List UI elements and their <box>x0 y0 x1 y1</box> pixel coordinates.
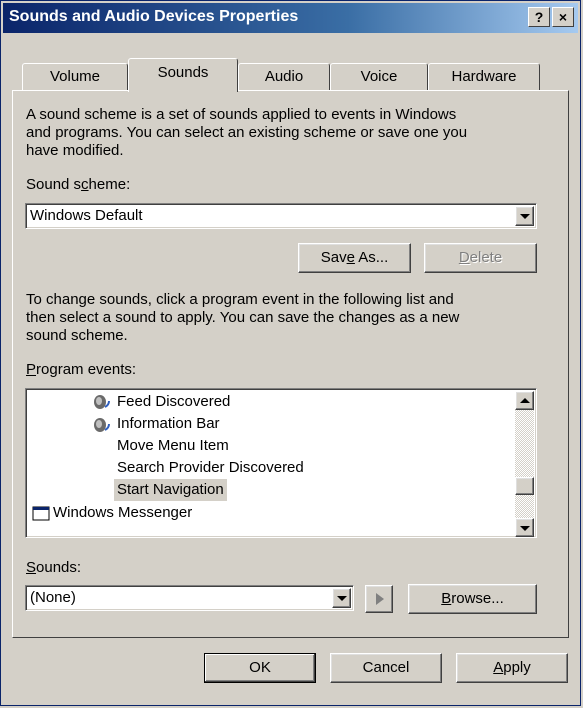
browse-label: rowse... <box>451 590 504 607</box>
program-events-label: Program events: <box>26 361 136 379</box>
scheme-description-line2: and programs. You can select an existing… <box>26 124 468 141</box>
events-description-line2: then select a sound to apply. You can sa… <box>26 309 460 326</box>
title-bar[interactable]: Sounds and Audio Devices Properties ? × <box>3 3 578 33</box>
events-scrollbar[interactable] <box>515 391 534 537</box>
scroll-down-button[interactable] <box>515 518 534 537</box>
window-icon <box>32 506 50 521</box>
tab-volume[interactable]: Volume <box>22 63 128 91</box>
list-item[interactable]: Windows Messenger <box>53 502 192 524</box>
scheme-description-line3: have modified. <box>26 142 124 159</box>
delete-mnemonic: D <box>458 249 470 266</box>
close-button[interactable]: × <box>552 7 574 27</box>
ok-button[interactable]: OK <box>204 653 316 683</box>
sounds-tab-panel: A sound scheme is a set of sounds applie… <box>12 90 569 638</box>
help-button[interactable]: ? <box>528 7 550 27</box>
sound-scheme-dropdown[interactable]: Windows Default <box>25 203 537 229</box>
save-as-label-b: As... <box>354 249 389 266</box>
tab-volume-label: Volume <box>49 68 101 85</box>
list-item[interactable]: Feed Discovered <box>117 391 230 413</box>
apply-label: pply <box>503 659 531 676</box>
list-item[interactable]: Move Menu Item <box>117 435 229 457</box>
speaker-icon <box>94 395 110 409</box>
program-events-list[interactable]: Feed Discovered Information Bar Move Men… <box>25 388 537 538</box>
sound-scheme-label-mnemonic: c <box>81 176 89 193</box>
sounds-label-text: ounds: <box>36 559 82 576</box>
sound-scheme-label-a: Sound s <box>26 176 82 193</box>
save-as-mnemonic: e <box>346 249 355 266</box>
scroll-thumb[interactable] <box>515 477 534 495</box>
scroll-up-button[interactable] <box>515 391 534 410</box>
list-item-selected[interactable]: Start Navigation <box>114 479 227 501</box>
list-item[interactable]: Information Bar <box>117 413 220 435</box>
apply-mnemonic: A <box>493 659 504 676</box>
browse-mnemonic: B <box>441 590 452 607</box>
tab-hardware-label: Hardware <box>451 68 517 85</box>
sounds-label: Sounds: <box>26 559 81 577</box>
save-as-button[interactable]: Save As... <box>298 243 411 273</box>
sound-scheme-label-b: heme: <box>88 176 131 193</box>
window-title: Sounds and Audio Devices Properties <box>9 8 299 25</box>
chevron-down-icon <box>520 214 530 219</box>
sound-file-dropdown-arrow[interactable] <box>332 588 351 608</box>
tab-hardware[interactable]: Hardware <box>428 63 540 91</box>
tab-sounds[interactable]: Sounds <box>128 58 238 92</box>
scheme-description-line1: A sound scheme is a set of sounds applie… <box>26 106 457 123</box>
sound-scheme-label: Sound scheme: <box>26 176 130 194</box>
sound-scheme-dropdown-arrow[interactable] <box>515 206 534 226</box>
events-description-line1: To change sounds, click a program event … <box>26 291 454 308</box>
browse-button[interactable]: Browse... <box>408 584 537 614</box>
tab-voice[interactable]: Voice <box>330 63 428 91</box>
program-events-mnemonic: P <box>26 361 37 378</box>
play-sound-button[interactable] <box>365 585 393 613</box>
sound-file-value: (None) <box>30 589 76 606</box>
tab-audio-label: Audio <box>264 68 304 85</box>
properties-window: Sounds and Audio Devices Properties ? × … <box>0 0 581 706</box>
events-description-line3: sound scheme. <box>26 327 128 344</box>
delete-label: elete <box>469 249 503 266</box>
list-item[interactable]: Search Provider Discovered <box>117 457 304 479</box>
delete-button[interactable]: Delete <box>424 243 537 273</box>
tab-voice-label: Voice <box>360 68 398 85</box>
apply-button[interactable]: Apply <box>456 653 568 683</box>
cancel-button[interactable]: Cancel <box>330 653 442 683</box>
sounds-label-mnemonic: S <box>26 559 37 576</box>
chevron-up-icon <box>520 398 530 403</box>
tab-sounds-label: Sounds <box>157 64 209 81</box>
play-icon <box>376 593 384 605</box>
sound-file-dropdown[interactable]: (None) <box>25 585 354 611</box>
program-events-label-text: rogram events: <box>36 361 137 378</box>
save-as-label-a: Sav <box>320 249 347 266</box>
chevron-down-icon <box>520 526 530 531</box>
tab-audio[interactable]: Audio <box>238 63 330 91</box>
sound-scheme-value: Windows Default <box>30 207 143 224</box>
chevron-down-icon <box>337 596 347 601</box>
speaker-icon <box>94 418 110 432</box>
